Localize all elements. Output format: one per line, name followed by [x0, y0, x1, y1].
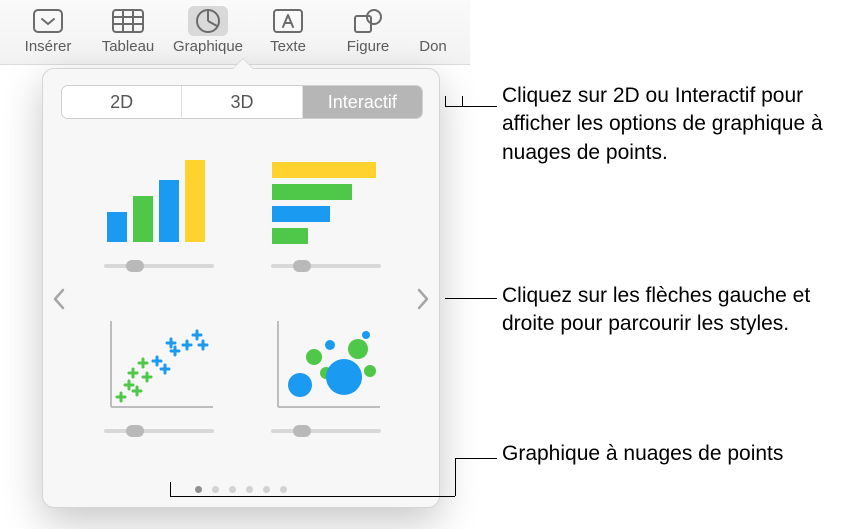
scatter-chart-icon [94, 310, 224, 420]
chart-option-column[interactable] [85, 145, 232, 290]
page-dot[interactable] [229, 486, 236, 493]
tab-2d[interactable]: 2D [62, 86, 182, 118]
page-dot[interactable] [263, 486, 270, 493]
chart-type-segmented-control: 2D 3D Interactif [61, 85, 423, 119]
callout-connector [445, 96, 446, 106]
toolbar-chart-button[interactable]: Graphique [168, 4, 248, 55]
style-slider[interactable] [104, 426, 214, 436]
tab-3d[interactable]: 3D [182, 86, 302, 118]
toolbar-shape-button[interactable]: Figure [328, 4, 408, 55]
page-dot[interactable] [195, 486, 202, 493]
unknown-icon [413, 6, 453, 36]
toolbar-table-button[interactable]: Tableau [88, 4, 168, 55]
toolbar-more-button[interactable]: Don [408, 4, 458, 55]
toolbar-label: Texte [270, 38, 306, 55]
toolbar-text-button[interactable]: Texte [248, 4, 328, 55]
pie-chart-icon [188, 6, 228, 36]
chart-option-bar[interactable] [252, 145, 399, 290]
callout-arrows: Cliquez sur les flèches gauche et droite… [502, 282, 832, 339]
style-slider[interactable] [104, 261, 214, 271]
page-dot[interactable] [280, 486, 287, 493]
bar-chart-icon [261, 145, 391, 255]
toolbar-label: Figure [347, 38, 390, 55]
callout-connector [455, 458, 497, 459]
callout-scatter: Graphique à nuages de points [502, 440, 832, 468]
toolbar-label: Don [419, 38, 447, 55]
callout-connector [445, 106, 497, 107]
bubble-chart-icon [261, 310, 391, 420]
callout-connector [462, 96, 463, 106]
callout-connector [170, 496, 455, 497]
chart-option-bubble[interactable] [252, 310, 399, 455]
toolbar-insert-button[interactable]: Insérer [8, 4, 88, 55]
square-caret-down-icon [28, 6, 68, 36]
page-dot[interactable] [246, 486, 253, 493]
textbox-icon [268, 6, 308, 36]
page-dot[interactable] [212, 486, 219, 493]
toolbar-label: Tableau [102, 38, 155, 55]
callout-text: Cliquez sur 2D ou Interactif pour affich… [502, 84, 823, 164]
tab-label: 2D [110, 92, 133, 113]
tab-label: 3D [230, 92, 253, 113]
toolbar-label: Graphique [173, 38, 243, 55]
callout-text: Graphique à nuages de points [502, 442, 783, 465]
table-icon [108, 6, 148, 36]
chart-popover: 2D 3D Interactif [42, 68, 440, 508]
column-chart-icon [94, 145, 224, 255]
callout-text: Cliquez sur les flèches gauche et droite… [502, 284, 810, 335]
tab-interactive[interactable]: Interactif [303, 86, 422, 118]
shapes-icon [348, 6, 388, 36]
chart-option-scatter[interactable] [85, 310, 232, 455]
style-slider[interactable] [271, 261, 381, 271]
callout-tabs: Cliquez sur 2D ou Interactif pour affich… [502, 82, 832, 167]
tab-label: Interactif [328, 92, 397, 113]
page-indicator [43, 486, 439, 493]
style-slider[interactable] [271, 426, 381, 436]
callout-connector [445, 298, 497, 299]
toolbar-label: Insérer [25, 38, 72, 55]
callout-connector [170, 482, 171, 496]
callout-connector [455, 458, 456, 496]
chart-option-grid [61, 135, 423, 465]
top-toolbar: Insérer Tableau Graphique Texte Figure D… [0, 0, 470, 65]
